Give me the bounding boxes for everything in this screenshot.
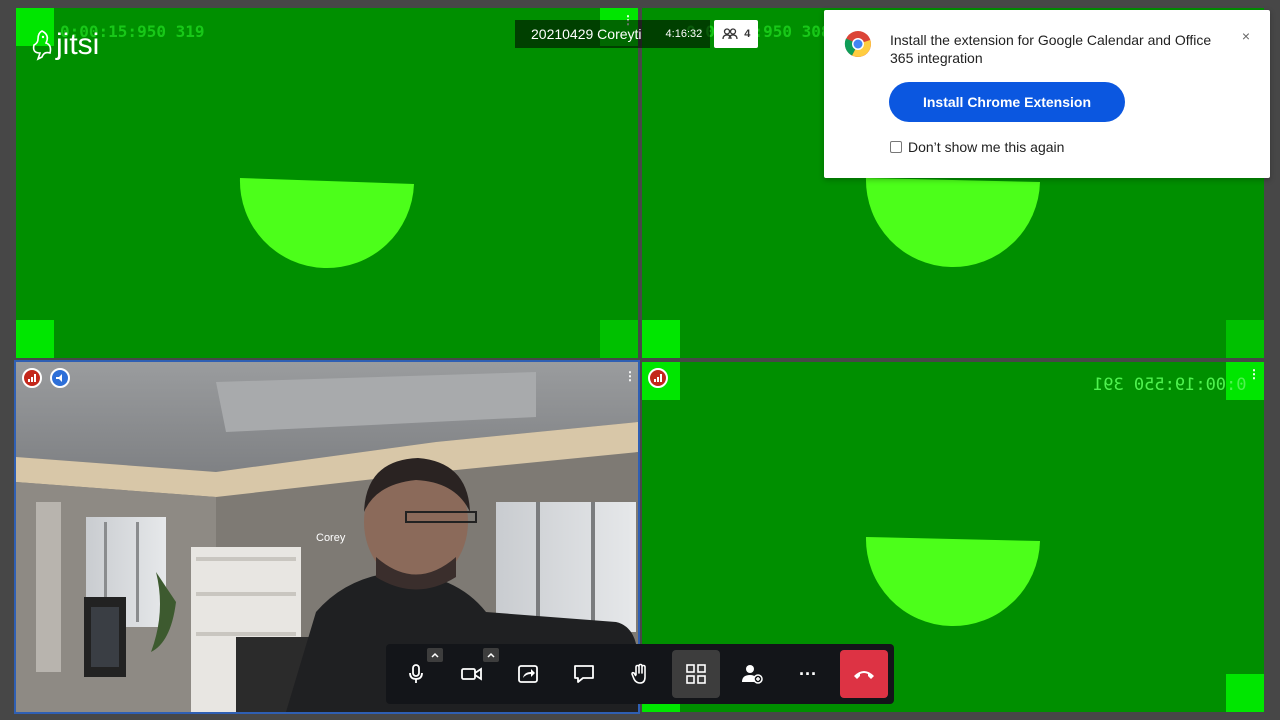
conference-stage: 0:00:15:950 319 ⋮ 0:00:15:950 308: [0, 0, 1280, 720]
hangup-button[interactable]: [840, 650, 888, 698]
invite-button[interactable]: [728, 650, 776, 698]
hangup-phone-icon: [854, 671, 874, 679]
semicircle-graphic: [865, 537, 1040, 627]
video-options-caret[interactable]: [483, 648, 499, 662]
tile-menu-icon[interactable]: ⋮: [624, 370, 636, 382]
screen-share-button[interactable]: [504, 650, 552, 698]
participants-count-button[interactable]: 4: [714, 20, 759, 48]
checkbox-box[interactable]: [890, 141, 902, 153]
jitsi-logo: jitsi: [30, 28, 99, 62]
corner-marker: [642, 320, 680, 358]
video-tile-1[interactable]: 0:00:15:950 319 ⋮: [16, 8, 638, 358]
install-extension-button[interactable]: Install Chrome Extension: [889, 82, 1125, 122]
connection-indicator-icon[interactable]: [22, 368, 42, 388]
notification-message: Install the extension for Google Calenda…: [890, 32, 1212, 66]
add-user-icon: [742, 665, 763, 684]
meeting-subject: 20210429 Coreyti: [515, 20, 658, 48]
chat-button[interactable]: [560, 650, 608, 698]
semicircle-graphic: [239, 178, 414, 269]
main-toolbar: ···: [386, 644, 894, 704]
dont-show-label: Don’t show me this again: [908, 139, 1065, 155]
corner-marker: [600, 320, 638, 358]
meeting-timer: 4:16:32: [657, 20, 711, 48]
corner-marker: [1226, 674, 1264, 712]
dominant-speaker-icon: [50, 368, 70, 388]
meeting-info-bar: 20210429 Coreyti 4:16:32 4: [515, 20, 759, 48]
more-actions-button[interactable]: ···: [784, 650, 832, 698]
raise-hand-button[interactable]: [616, 650, 664, 698]
microphone-icon: [409, 664, 423, 683]
jitsi-bird-icon: [32, 30, 52, 61]
participants-count: 4: [744, 28, 751, 40]
dont-show-again-checkbox[interactable]: Don’t show me this again: [890, 139, 1064, 155]
chrome-logo-icon: [844, 31, 871, 57]
tile-view-button[interactable]: [672, 650, 720, 698]
participant-name-label: Corey: [316, 532, 346, 544]
chevron-up-icon: [431, 652, 439, 658]
raise-hand-icon: [631, 663, 646, 684]
participants-icon: [722, 28, 738, 40]
tile-timecode: 0:00:19:550 391: [1093, 375, 1247, 395]
close-icon[interactable]: ×: [1242, 28, 1250, 44]
semicircle-graphic: [865, 178, 1040, 268]
chevron-up-icon: [487, 652, 495, 658]
audio-options-caret[interactable]: [427, 648, 443, 662]
chat-icon: [574, 665, 594, 683]
corner-marker: [16, 320, 54, 358]
chrome-extension-notification: Install the extension for Google Calenda…: [824, 10, 1270, 178]
grid-icon: [686, 664, 706, 684]
tile-menu-icon[interactable]: ⋮: [1248, 368, 1260, 380]
camera-icon: [461, 667, 482, 681]
logo-text: jitsi: [56, 28, 100, 61]
corner-marker: [1226, 320, 1264, 358]
connection-indicator-icon[interactable]: [648, 368, 668, 388]
screen-share-icon: [518, 665, 538, 683]
